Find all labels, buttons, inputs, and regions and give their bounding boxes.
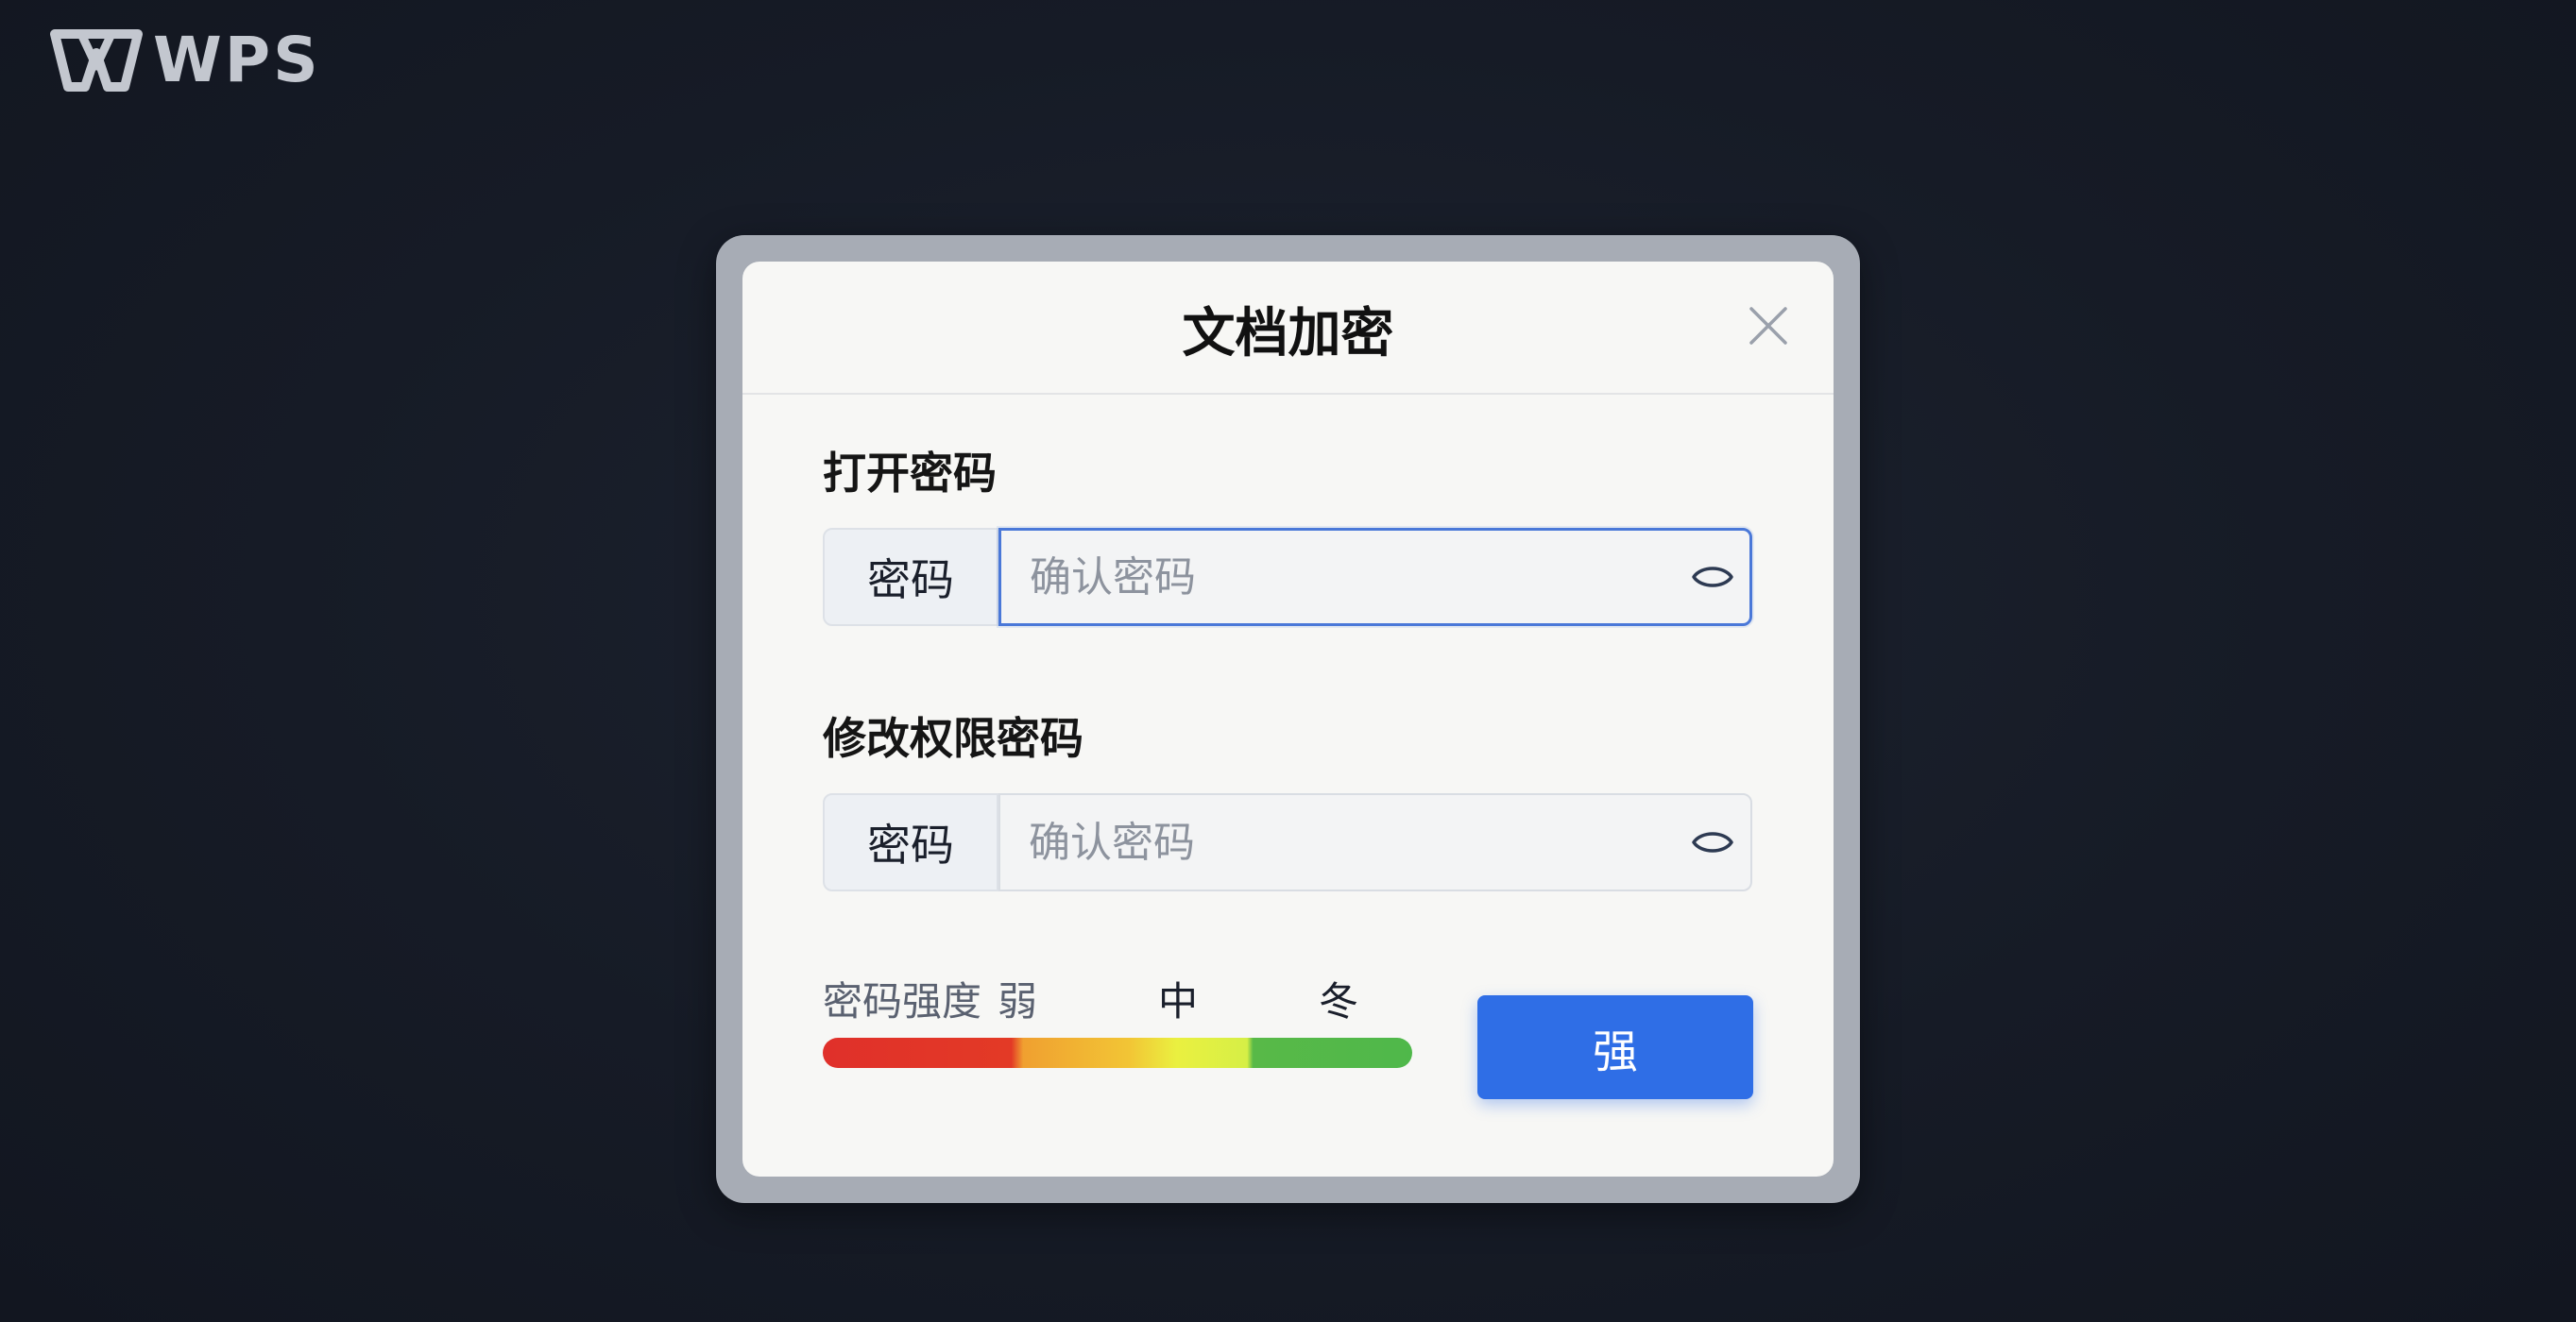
open-password-label: 打开密码 [823,448,997,499]
strength-level-strong: 冬 [1319,978,1359,1025]
modify-password-prefix: 密码 [823,793,998,891]
wps-logo: WPS [49,25,321,96]
dialog-header: 文档加密 [742,262,1834,395]
strength-level-medium: 中 [1158,978,1199,1025]
modify-password-field: 密码 [823,793,1752,891]
open-password-field: 密码 [823,528,1752,626]
strength-level-weak: 弱 [998,978,1038,1025]
wps-logo-icon [50,29,143,92]
modify-password-label: 修改权限密码 [823,713,1083,764]
dialog-frame: 文档加密 打开密码 密码 修改权限密码 密码 密码强度 弱 中 冬 强 [716,235,1860,1203]
open-password-prefix: 密码 [823,528,998,626]
logo-text: WPS [153,24,321,96]
eye-icon[interactable] [1690,556,1735,598]
eye-icon[interactable] [1690,822,1735,863]
password-strength-label: 密码强度 [823,978,982,1025]
open-password-input[interactable] [998,528,1752,626]
encrypt-document-dialog: 文档加密 打开密码 密码 修改权限密码 密码 密码强度 弱 中 冬 强 [742,262,1834,1177]
dialog-title: 文档加密 [1182,303,1394,364]
password-strength-meter [823,1038,1412,1068]
close-icon[interactable] [1744,301,1793,350]
modify-password-input[interactable] [998,793,1752,891]
strong-button[interactable]: 强 [1477,995,1753,1099]
